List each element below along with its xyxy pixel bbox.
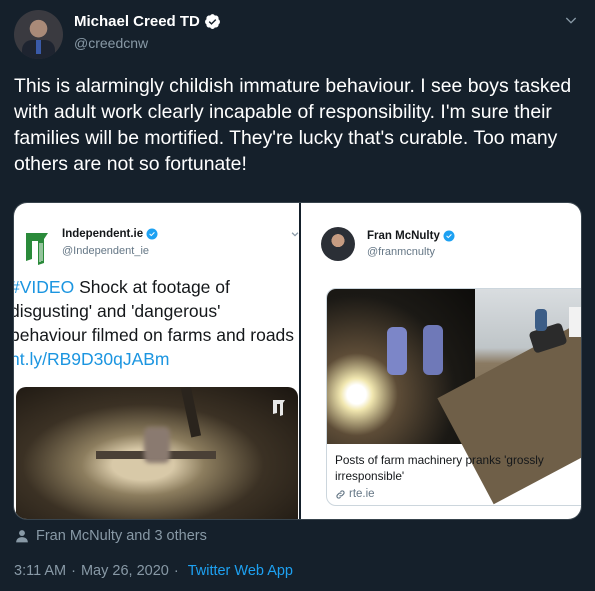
meta-separator: · <box>173 563 179 579</box>
tweet-meta: 3:11 AM · May 26, 2020 · Twitter Web App <box>14 563 293 579</box>
link-icon <box>336 489 345 499</box>
harp-watermark-icon <box>273 400 285 416</box>
author-name[interactable]: Michael Creed TD <box>74 13 200 30</box>
fran-handle: @franmcnulty <box>367 246 436 258</box>
tweet-header: Michael Creed TD @creedcnw <box>14 10 581 60</box>
avatar-tie <box>36 40 41 54</box>
independent-text: #VIDEO Shock at footage of disgusting' a… <box>14 275 299 371</box>
tweet-media[interactable]: Independent.ie @Independent_ie #VIDEO Sh… <box>13 202 582 520</box>
meta-separator: · <box>71 563 76 579</box>
chevron-down-icon <box>291 232 299 237</box>
rider <box>535 309 547 331</box>
harp-logo-icon <box>26 233 48 265</box>
card-image-hill <box>437 289 581 505</box>
author-avatar[interactable] <box>14 10 63 59</box>
fran-name-row: Fran McNulty <box>367 230 455 242</box>
independent-link: ht.ly/RB9D30qJABm <box>14 349 170 369</box>
figure-right <box>423 325 443 375</box>
tweet-text: This is alarmingly childish immature beh… <box>14 75 572 175</box>
link-card: Posts of farm machinery pranks 'grossly … <box>326 288 581 506</box>
building <box>569 307 581 337</box>
verified-badge-icon <box>146 228 158 240</box>
social-context-text[interactable]: Fran McNulty and 3 others <box>36 528 207 544</box>
machine-arm <box>180 387 202 438</box>
verified-badge-icon <box>204 14 220 29</box>
blurred-figure <box>144 427 170 463</box>
card-title: Posts of farm machinery pranks 'grossly … <box>335 453 544 483</box>
author-handle[interactable]: @creedcnw <box>74 35 148 51</box>
media-image-mcnulty[interactable]: Fran McNulty @franmcnulty Posts of farm … <box>301 203 581 519</box>
person-icon <box>16 530 28 543</box>
fran-avatar <box>321 227 355 261</box>
card-domain: rte.ie <box>349 488 375 500</box>
chevron-down-icon[interactable] <box>563 12 579 28</box>
independent-handle: @Independent_ie <box>62 245 150 257</box>
independent-name: Independent.ie <box>62 228 144 240</box>
tweet-source[interactable]: Twitter Web App <box>188 563 293 579</box>
figure-left <box>387 327 407 375</box>
verified-badge-icon <box>443 230 455 242</box>
video-thumbnail <box>16 387 298 519</box>
author-name-row[interactable]: Michael Creed TD <box>74 13 221 30</box>
fran-name: Fran McNulty <box>367 230 440 242</box>
independent-name-row: Independent.ie <box>62 228 158 240</box>
tweet-time[interactable]: 3:11 AM <box>14 563 66 579</box>
hashtag: #VIDEO <box>14 277 75 297</box>
tweet-date[interactable]: May 26, 2020 <box>81 563 169 579</box>
media-image-independent[interactable]: Independent.ie @Independent_ie #VIDEO Sh… <box>14 203 299 519</box>
card-domain-row: rte.ie <box>335 488 375 500</box>
social-context[interactable]: Fran McNulty and 3 others <box>15 528 207 544</box>
